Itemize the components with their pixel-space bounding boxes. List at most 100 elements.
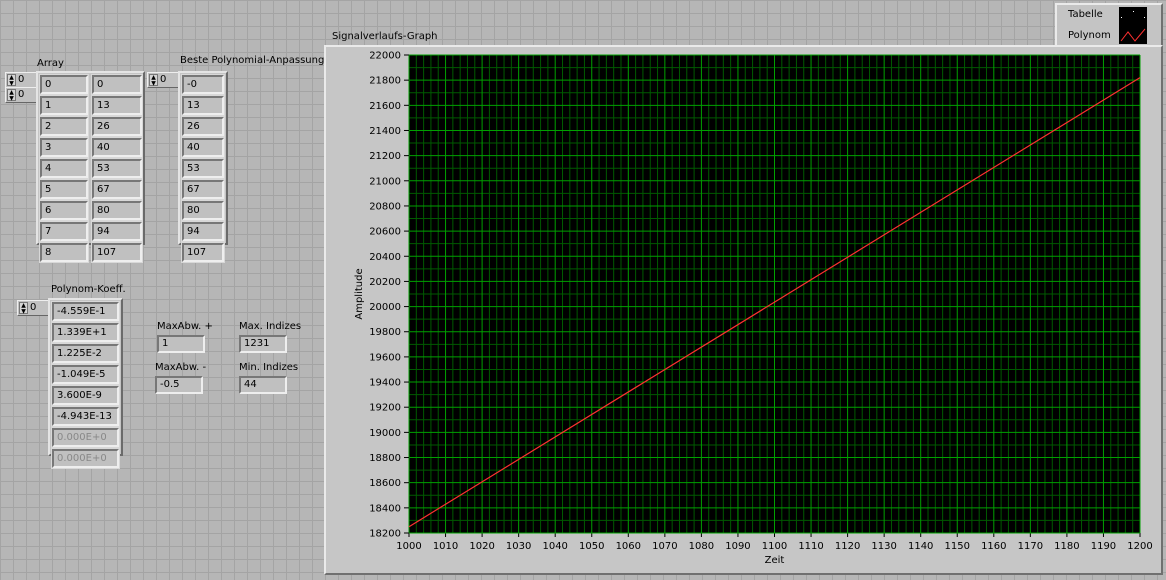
array-element[interactable]: 4 <box>40 159 88 178</box>
x-tick-label: 1180 <box>1054 541 1079 552</box>
coeff-array: -4.559E-1 1.339E+1 1.225E-2 -1.049E-5 3.600E… <box>48 298 123 468</box>
array-col-index[interactable]: ▲ ▼ 0 <box>5 87 37 103</box>
best-fit-element[interactable]: 53 <box>182 159 224 178</box>
y-tick-label: 21800 <box>369 76 401 87</box>
coeff-index[interactable]: ▲ ▼ 0 <box>17 300 49 316</box>
x-tick-label: 1100 <box>762 541 787 552</box>
y-tick-label: 20200 <box>369 277 401 288</box>
array-element[interactable]: 7 <box>40 222 88 241</box>
x-tick-label: 1150 <box>945 541 970 552</box>
spinner-icon[interactable]: ▲ ▼ <box>19 302 28 315</box>
coeff-element[interactable]: -4.559E-1 <box>52 302 119 321</box>
x-tick-label: 1140 <box>908 541 933 552</box>
x-tick-label: 1020 <box>469 541 494 552</box>
spinner-icon[interactable]: ▲ ▼ <box>149 74 158 87</box>
spinner-icon[interactable]: ▲ ▼ <box>7 89 16 102</box>
min-indizes-indicator: 44 <box>239 376 287 394</box>
y-tick-label: 18600 <box>369 478 401 489</box>
array-label: Array <box>37 58 64 69</box>
best-fit-element[interactable]: 26 <box>182 117 224 136</box>
best-fit-element[interactable]: 67 <box>182 180 224 199</box>
coeff-element[interactable]: -1.049E-5 <box>52 365 119 384</box>
y-tick-label: 19800 <box>369 327 401 338</box>
spinner-icon[interactable]: ▲ ▼ <box>7 74 16 87</box>
array-element[interactable]: 8 <box>40 243 88 262</box>
array-element[interactable]: 13 <box>92 96 142 115</box>
y-tick-label: 20000 <box>369 302 401 313</box>
coeff-element[interactable]: 1.225E-2 <box>52 344 119 363</box>
coeff-element[interactable]: 0.000E+0 <box>52 428 119 447</box>
coeff-element[interactable]: 1.339E+1 <box>52 323 119 342</box>
x-tick-label: 1130 <box>871 541 896 552</box>
best-fit-index[interactable]: ▲ ▼ 0 <box>147 72 179 88</box>
array-element[interactable]: 40 <box>92 138 142 157</box>
y-tick-label: 20800 <box>369 201 401 212</box>
best-fit-array: -0 13 26 40 53 67 80 94 107 <box>178 71 228 262</box>
max-abw-minus-label: MaxAbw. - <box>155 362 207 373</box>
array-element[interactable]: 94 <box>92 222 142 241</box>
array-element[interactable]: 0 <box>40 75 88 94</box>
array-element[interactable]: 67 <box>92 180 142 199</box>
waveform-graph[interactable]: 1000 1010 1020 1030 1040 1050 1060 1070 1080 1090… <box>324 45 1163 575</box>
array-element[interactable]: 5 <box>40 180 88 199</box>
plot-legend[interactable]: Tabelle Polynom <box>1055 3 1163 47</box>
y-axis-label: Amplitude <box>354 268 365 319</box>
array-row-index[interactable]: ▲ ▼ 0 <box>5 72 37 88</box>
max-abw-plus-label: MaxAbw. + <box>157 321 213 332</box>
best-fit-element[interactable]: 13 <box>182 96 224 115</box>
best-fit-element[interactable]: 80 <box>182 201 224 220</box>
array-element[interactable]: 6 <box>40 201 88 220</box>
y-tick-label: 18200 <box>369 529 401 540</box>
x-tick-label: 1010 <box>433 541 458 552</box>
x-tick-label: 1120 <box>835 541 860 552</box>
coeff-element[interactable]: 3.600E-9 <box>52 386 119 405</box>
array-element[interactable]: 107 <box>92 243 142 262</box>
max-indizes-label: Max. Indizes <box>239 321 302 332</box>
x-tick-label: 1040 <box>542 541 567 552</box>
array-element[interactable]: 1 <box>40 96 88 115</box>
min-indizes-label: Min. Indizes <box>239 362 299 373</box>
legend-swatches <box>1119 7 1147 44</box>
y-tick-label: 19200 <box>369 403 401 414</box>
index-value: 0 <box>18 89 25 100</box>
x-axis-label: Zeit <box>765 555 785 566</box>
best-fit-element[interactable]: 94 <box>182 222 224 241</box>
coeff-element[interactable]: -4.943E-13 <box>52 407 119 426</box>
array-element[interactable]: 80 <box>92 201 142 220</box>
index-value: 0 <box>30 302 37 313</box>
max-abw-minus-indicator: -0.5 <box>155 376 203 394</box>
array-element[interactable]: 53 <box>92 159 142 178</box>
coeff-label: Polynom-Koeff. <box>51 284 126 295</box>
graph-title: Signalverlaufs-Graph <box>332 31 438 42</box>
array-control: 0 0 1 13 2 26 3 40 4 53 5 67 6 80 7 94 8 107 <box>36 71 145 262</box>
x-tick-label: 1060 <box>616 541 641 552</box>
legend-tabelle: Tabelle <box>1068 9 1103 20</box>
y-tick-label: 21400 <box>369 126 401 137</box>
plot-svg: 1000 1010 1020 1030 1040 1050 1060 1070 1080 1090… <box>354 51 1153 567</box>
index-value: 0 <box>160 74 167 85</box>
y-tick-label: 21600 <box>369 101 401 112</box>
y-tick-label: 20400 <box>369 252 401 263</box>
x-tick-label: 1190 <box>1091 541 1116 552</box>
index-value: 0 <box>18 74 25 85</box>
y-tick-label: 21000 <box>369 176 401 187</box>
x-tick-label: 1090 <box>725 541 750 552</box>
array-element[interactable]: 2 <box>40 117 88 136</box>
x-tick-label: 1160 <box>981 541 1006 552</box>
coeff-element[interactable]: 0.000E+0 <box>52 449 119 468</box>
best-fit-label: Beste Polynomial-Anpassung <box>180 55 325 66</box>
array-element[interactable]: 3 <box>40 138 88 157</box>
x-tick-label: 1000 <box>396 541 421 552</box>
y-tick-label: 19600 <box>369 352 401 363</box>
best-fit-element[interactable]: 107 <box>182 243 224 262</box>
y-tick-label: 19400 <box>369 378 401 389</box>
best-fit-element[interactable]: -0 <box>182 75 224 94</box>
y-tick-label: 19000 <box>369 428 401 439</box>
best-fit-element[interactable]: 40 <box>182 138 224 157</box>
x-tick-label: 1030 <box>506 541 531 552</box>
x-tick-label: 1170 <box>1018 541 1043 552</box>
x-tick-label: 1050 <box>579 541 604 552</box>
array-element[interactable]: 0 <box>92 75 142 94</box>
max-abw-plus-indicator: 1 <box>157 335 205 353</box>
array-element[interactable]: 26 <box>92 117 142 136</box>
